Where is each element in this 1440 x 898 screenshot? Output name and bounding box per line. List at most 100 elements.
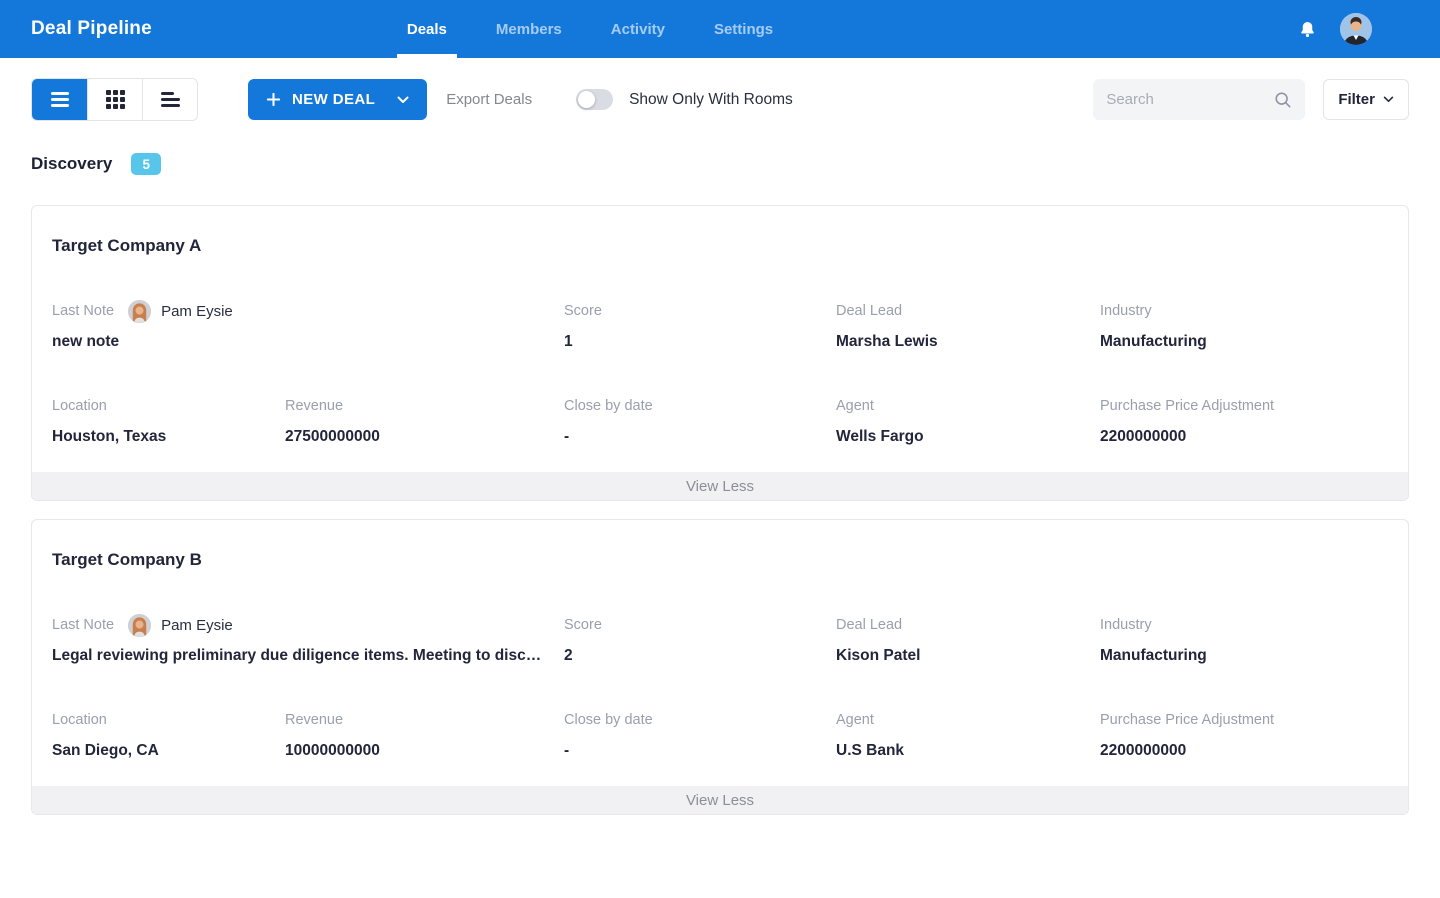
tab-members[interactable]: Members	[486, 0, 572, 58]
deal-title[interactable]: Target Company B	[52, 550, 1388, 570]
deal-title[interactable]: Target Company A	[52, 236, 1388, 256]
deal-card: Target Company B Last Note Pam Eysie	[31, 519, 1409, 815]
user-avatar[interactable]	[1340, 13, 1372, 45]
list-view-icon	[51, 92, 69, 107]
agent-label: Agent	[836, 395, 1100, 418]
agent-value: U.S Bank	[836, 742, 1100, 760]
new-deal-label: NEW DEAL	[292, 91, 375, 108]
location-value: San Diego, CA	[52, 742, 285, 760]
field-revenue: Revenue 10000000000	[285, 709, 564, 760]
deal-card-body: Target Company B Last Note Pam Eysie	[32, 520, 1408, 786]
app-title: Deal Pipeline	[31, 18, 152, 40]
stage-title: Discovery	[31, 154, 112, 174]
deal-card-body: Target Company A Last Note Pam Eysie	[32, 206, 1408, 472]
new-deal-button[interactable]: NEW DEAL	[248, 79, 427, 120]
industry-label: Industry	[1100, 300, 1388, 323]
last-note-label: Last Note	[52, 614, 114, 637]
tab-activity-label: Activity	[611, 21, 665, 38]
close-by-date-value: -	[564, 742, 836, 760]
field-close-by-date: Close by date -	[564, 709, 836, 760]
score-value: 2	[564, 647, 836, 665]
note-author-avatar	[128, 614, 151, 637]
field-agent: Agent Wells Fargo	[836, 395, 1100, 446]
export-deals-button[interactable]: Export Deals	[446, 91, 532, 108]
field-purchase-price-adjustment: Purchase Price Adjustment 2200000000	[1100, 709, 1388, 760]
tab-deals[interactable]: Deals	[397, 0, 457, 58]
filter-button[interactable]: Filter	[1323, 79, 1409, 120]
app-header: Deal Pipeline Deals Members Activity Set…	[0, 0, 1440, 58]
location-label: Location	[52, 709, 285, 732]
filter-chevron-down-icon	[1383, 96, 1394, 103]
deal-lead-value: Kison Patel	[836, 647, 1100, 665]
notifications-bell-icon[interactable]	[1298, 19, 1317, 40]
search-icon	[1274, 91, 1292, 109]
view-switcher	[31, 78, 198, 121]
rooms-toggle-switch[interactable]	[576, 89, 613, 110]
plus-icon	[266, 92, 281, 107]
score-value: 1	[564, 333, 836, 351]
toolbar: NEW DEAL Export Deals Show Only With Roo…	[0, 58, 1440, 121]
deal-lead-label: Deal Lead	[836, 614, 1100, 637]
agent-value: Wells Fargo	[836, 428, 1100, 446]
last-note-label: Last Note	[52, 300, 114, 323]
revenue-label: Revenue	[285, 395, 564, 418]
field-last-note: Last Note Pam Eysie Legal reviewing prel…	[52, 614, 564, 665]
field-purchase-price-adjustment: Purchase Price Adjustment 2200000000	[1100, 395, 1388, 446]
field-industry: Industry Manufacturing	[1100, 300, 1388, 351]
field-score: Score 1	[564, 300, 836, 351]
tab-settings[interactable]: Settings	[704, 0, 783, 58]
view-less-button[interactable]: View Less	[32, 786, 1408, 814]
tab-members-label: Members	[496, 21, 562, 38]
field-revenue: Revenue 27500000000	[285, 395, 564, 446]
field-deal-lead: Deal Lead Kison Patel	[836, 614, 1100, 665]
industry-label: Industry	[1100, 614, 1388, 637]
tab-settings-label: Settings	[714, 21, 773, 38]
main-nav: Deals Members Activity Settings	[397, 0, 783, 58]
agent-label: Agent	[836, 709, 1100, 732]
tab-deals-label: Deals	[407, 21, 447, 38]
stage-count-badge: 5	[131, 153, 161, 175]
list-view-button[interactable]	[32, 79, 87, 120]
ppa-label: Purchase Price Adjustment	[1100, 395, 1388, 418]
revenue-value: 27500000000	[285, 428, 564, 446]
filter-label: Filter	[1338, 91, 1375, 108]
location-value: Houston, Texas	[52, 428, 285, 446]
note-author-avatar	[128, 300, 151, 323]
compact-view-button[interactable]	[142, 79, 197, 120]
field-industry: Industry Manufacturing	[1100, 614, 1388, 665]
revenue-label: Revenue	[285, 709, 564, 732]
score-label: Score	[564, 614, 836, 637]
score-label: Score	[564, 300, 836, 323]
industry-value: Manufacturing	[1100, 647, 1388, 665]
close-by-date-label: Close by date	[564, 395, 836, 418]
field-location: Location San Diego, CA	[52, 709, 285, 760]
deal-lead-label: Deal Lead	[836, 300, 1100, 323]
field-score: Score 2	[564, 614, 836, 665]
toggle-knob	[578, 91, 595, 108]
ppa-value: 2200000000	[1100, 742, 1388, 760]
view-less-button[interactable]: View Less	[32, 472, 1408, 500]
tab-activity[interactable]: Activity	[601, 0, 675, 58]
deal-card: Target Company A Last Note Pam Eysie	[31, 205, 1409, 501]
grid-view-button[interactable]	[87, 79, 142, 120]
field-deal-lead: Deal Lead Marsha Lewis	[836, 300, 1100, 351]
last-note-value: Legal reviewing preliminary due diligenc…	[52, 647, 542, 665]
search-box[interactable]	[1093, 79, 1305, 120]
revenue-value: 10000000000	[285, 742, 564, 760]
pipeline-stage-header: Discovery 5	[31, 153, 1409, 175]
close-by-date-value: -	[564, 428, 836, 446]
compact-view-icon	[161, 92, 180, 107]
search-input[interactable]	[1106, 91, 1274, 108]
new-deal-chevron-down-icon[interactable]	[397, 96, 409, 104]
header-actions	[1298, 0, 1372, 58]
field-agent: Agent U.S Bank	[836, 709, 1100, 760]
field-last-note: Last Note Pam Eysie new note	[52, 300, 564, 351]
location-label: Location	[52, 395, 285, 418]
ppa-label: Purchase Price Adjustment	[1100, 709, 1388, 732]
deal-fields: Last Note Pam Eysie new note Score	[52, 300, 1388, 446]
deal-fields: Last Note Pam Eysie Legal reviewing prel…	[52, 614, 1388, 760]
rooms-toggle[interactable]: Show Only With Rooms	[576, 89, 793, 110]
close-by-date-label: Close by date	[564, 709, 836, 732]
field-location: Location Houston, Texas	[52, 395, 285, 446]
note-author-name: Pam Eysie	[161, 617, 233, 634]
